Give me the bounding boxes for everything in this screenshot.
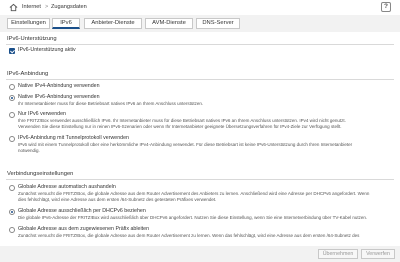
discard-button[interactable]: Verwerfen	[361, 249, 395, 259]
option-label-ipv6-tunnel: IPv6-Anbindung mit Tunnelprotokoll verwe…	[18, 135, 130, 141]
breadcrumb-zugangsdaten: Zugangsdaten	[51, 4, 87, 10]
radio-ipv6-tunnel[interactable]	[9, 136, 15, 142]
help-icon[interactable]: ?	[381, 2, 391, 12]
breadcrumb-separator: >	[45, 4, 49, 10]
breadcrumb-internet[interactable]: Internet	[22, 3, 41, 11]
section-divider	[6, 44, 394, 45]
radio-dhcpv6-only[interactable]	[9, 209, 15, 215]
option-desc-dhcpv6-only: Die globale IPv6-Adresse der FRITZ!Box w…	[18, 215, 368, 220]
tab-avm-dienste[interactable]: AVM-Dienste	[145, 18, 193, 29]
home-icon[interactable]	[9, 3, 18, 12]
option-desc-only-ipv6-2: Verwenden Sie diese Einstellung nur in r…	[18, 124, 342, 129]
main-content: IPv6-Unterstützung IPv6-Unterstützung ak…	[0, 32, 400, 262]
section-title-ipv6-binding: IPv6-Anbindung	[7, 71, 49, 77]
option-label-dhcpv6-only: Globale Adresse ausschließlich per DHCPv…	[18, 208, 146, 214]
radio-native-ipv6[interactable]	[9, 95, 15, 101]
radio-only-ipv6[interactable]	[9, 112, 15, 118]
footer-bar: Übernehmen Verwerfen	[0, 246, 400, 262]
ipv6-support-checkbox[interactable]	[9, 48, 15, 54]
radio-native-ipv4[interactable]	[9, 84, 15, 90]
option-label-auto-negotiate: Globale Adresse automatisch aushandeln	[18, 184, 116, 190]
option-label-native-ipv4: Native IPv4-Anbindung verwenden	[18, 83, 100, 89]
top-bar: Internet > Zugangsdaten ?	[0, 0, 400, 15]
tab-dns-server[interactable]: DNS-Server	[196, 18, 240, 29]
option-desc-derive-prefix: Zunächst versucht die FRITZ!Box, die glo…	[18, 233, 360, 238]
option-desc-ipv6-tunnel-2: notwendig.	[18, 148, 40, 153]
section-divider	[6, 79, 394, 80]
option-desc-native-ipv6: Ihr Internetanbieter muss für diese Betr…	[18, 101, 204, 106]
tab-einstellungen[interactable]: Einstellungen	[7, 18, 50, 29]
ipv6-support-label: IPv6-Unterstützung aktiv	[18, 47, 76, 53]
option-label-derive-prefix: Globale Adresse aus dem zugewiesenen Prä…	[18, 226, 150, 232]
section-title-connection-settings: Verbindungseinstellungen	[7, 171, 74, 177]
section-title-ipv6-support: IPv6-Unterstützung	[7, 36, 57, 42]
option-desc-auto-negotiate-2: dies fehlschlägt, wird eine Adresse aus …	[18, 197, 217, 202]
apply-button[interactable]: Übernehmen	[318, 249, 358, 259]
option-label-only-ipv6: Nur IPv6 verwenden	[18, 111, 66, 117]
tab-bar: Einstellungen IPv6 Anbieter-Dienste AVM-…	[0, 15, 400, 32]
option-label-native-ipv6: Native IPv6-Anbindung verwenden	[18, 94, 100, 100]
option-desc-ipv6-tunnel-1: IPv6 wird mit einem Tunnelprotokoll über…	[18, 142, 353, 147]
tab-ipv6[interactable]: IPv6	[52, 18, 80, 29]
tab-anbieter-dienste[interactable]: Anbieter-Dienste	[84, 18, 142, 29]
radio-derive-prefix[interactable]	[9, 227, 15, 233]
radio-auto-negotiate[interactable]	[9, 185, 15, 191]
section-divider	[6, 179, 394, 180]
